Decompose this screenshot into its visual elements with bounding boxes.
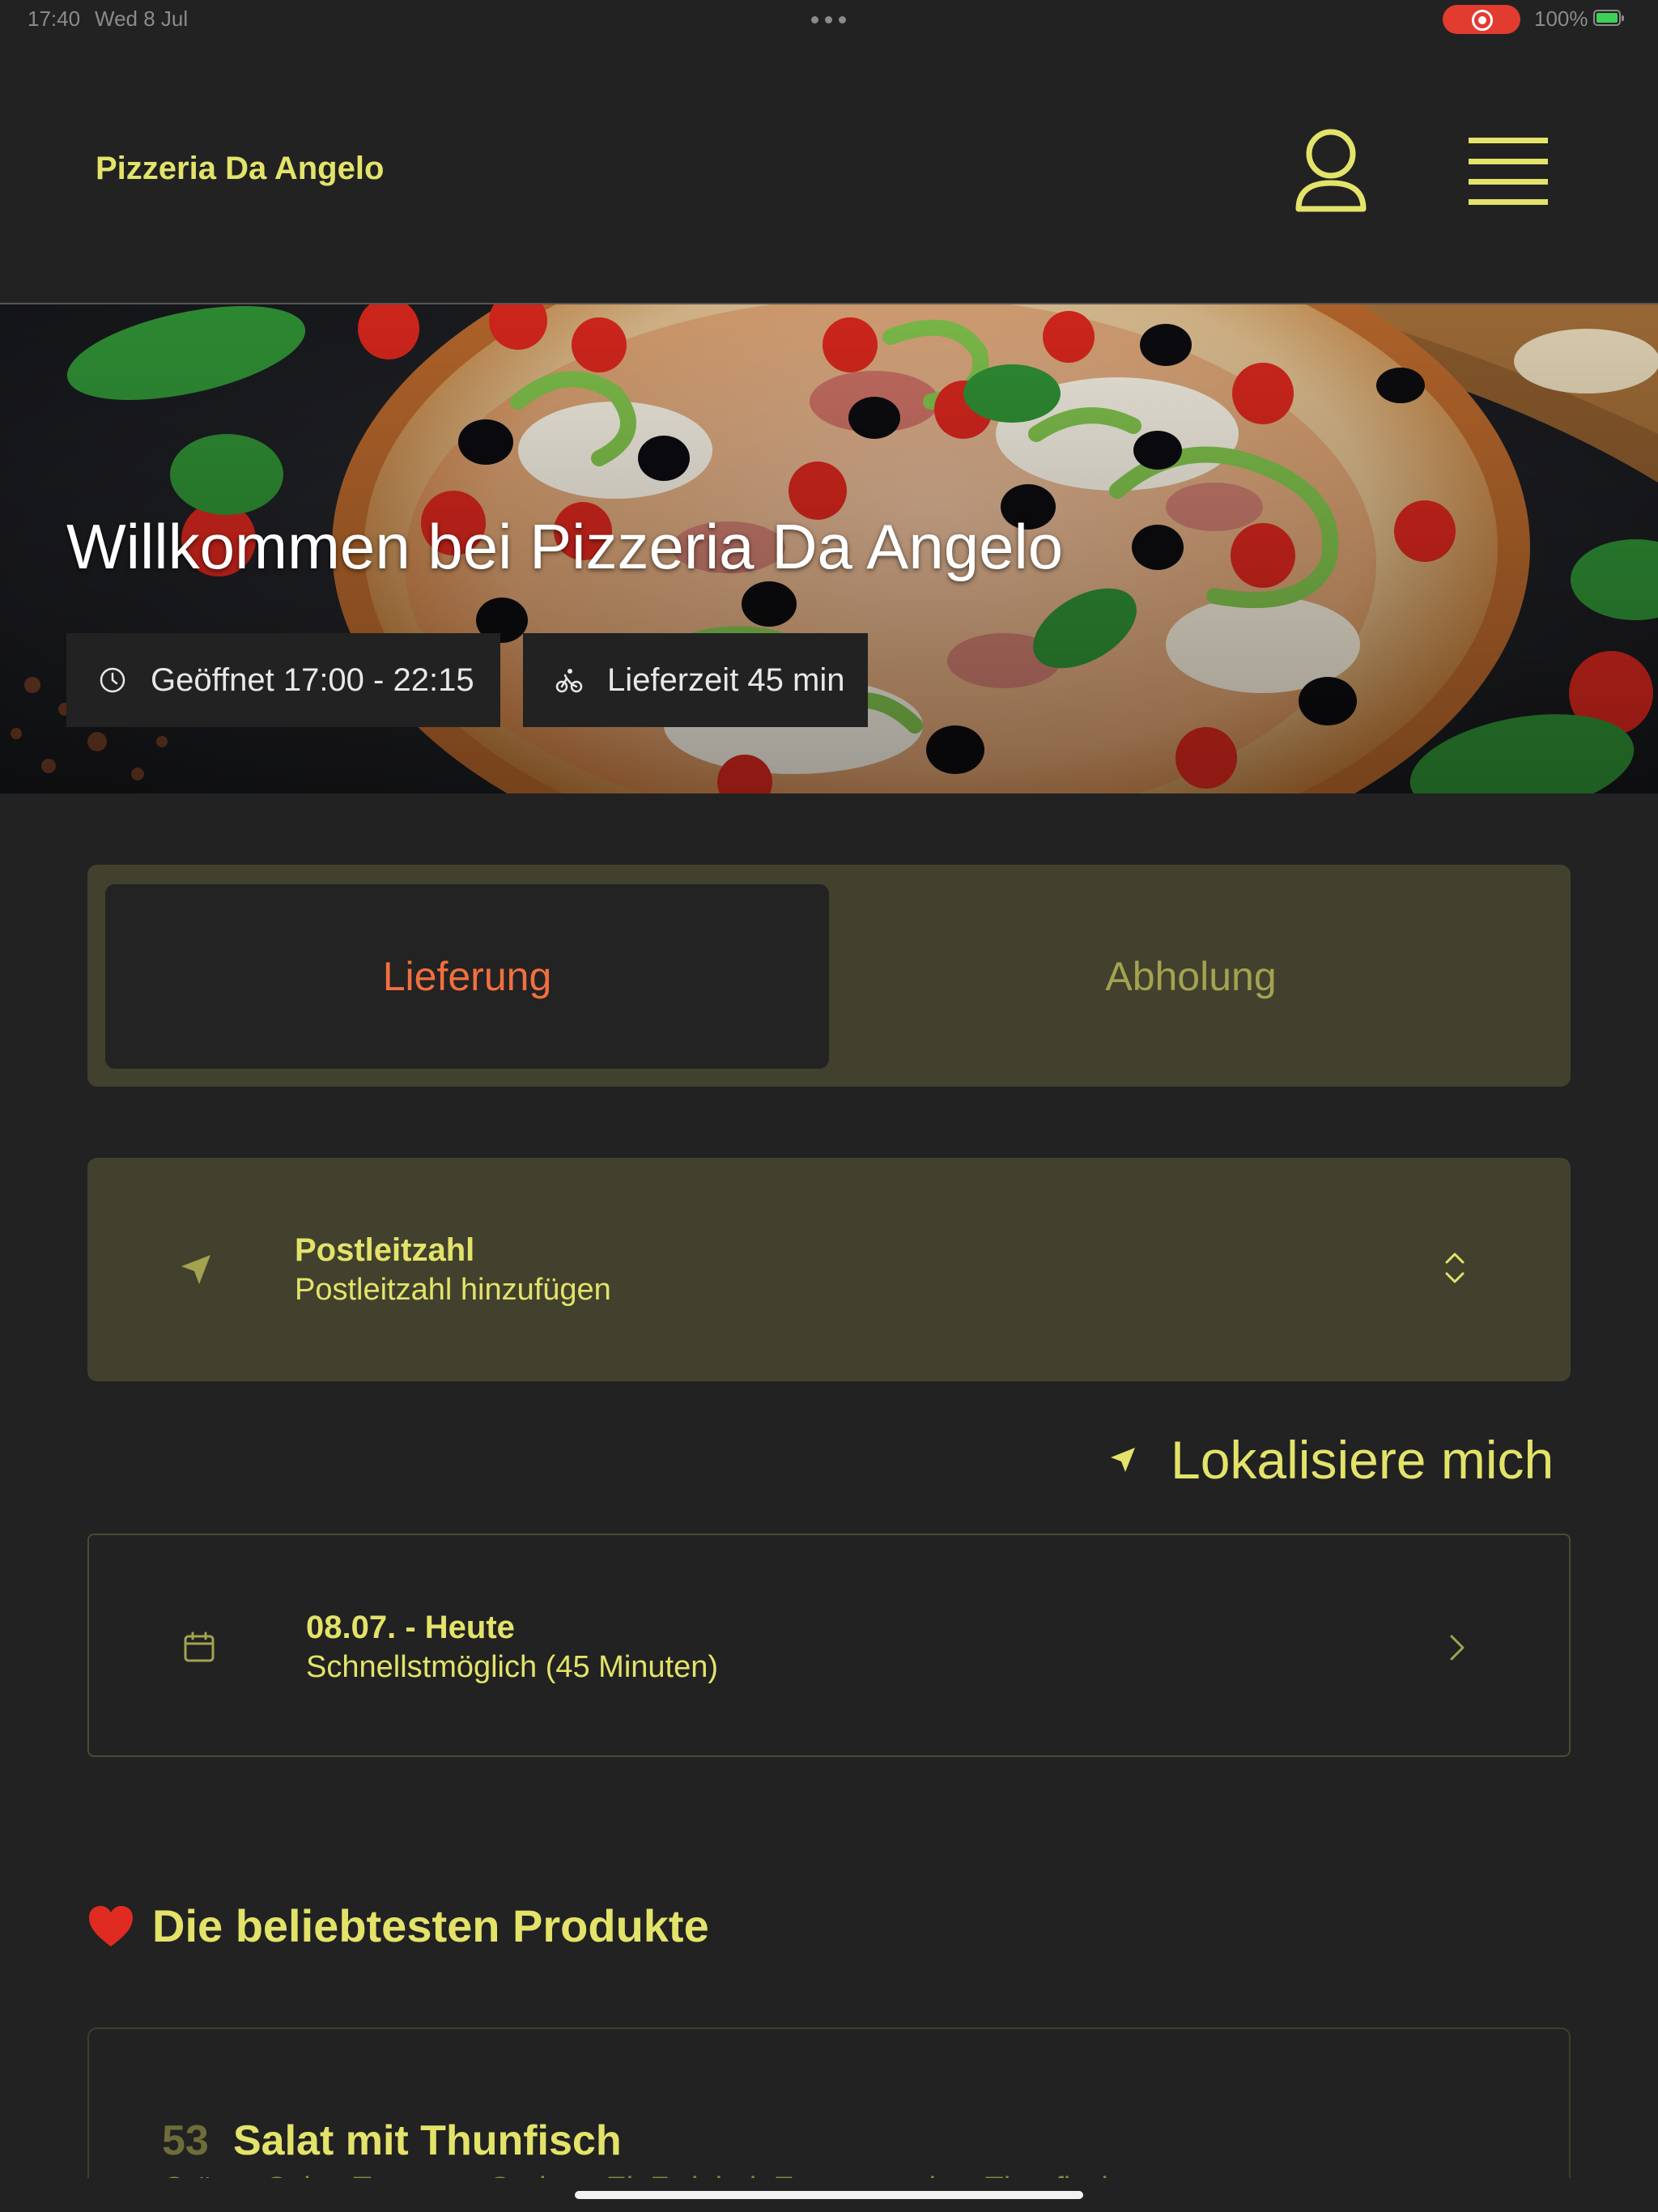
product-description: Grüner Salat, Tomaten, Gurken, Ei, Zwieb… <box>162 2172 1118 2178</box>
scroll-viewport: 53 Salat mit Thunfisch Grüner Salat, Tom… <box>0 0 1658 2178</box>
product-number: 53 <box>162 2117 209 2164</box>
home-indicator[interactable] <box>575 2191 1083 2199</box>
product-name: Salat mit Thunfisch <box>233 2117 622 2164</box>
